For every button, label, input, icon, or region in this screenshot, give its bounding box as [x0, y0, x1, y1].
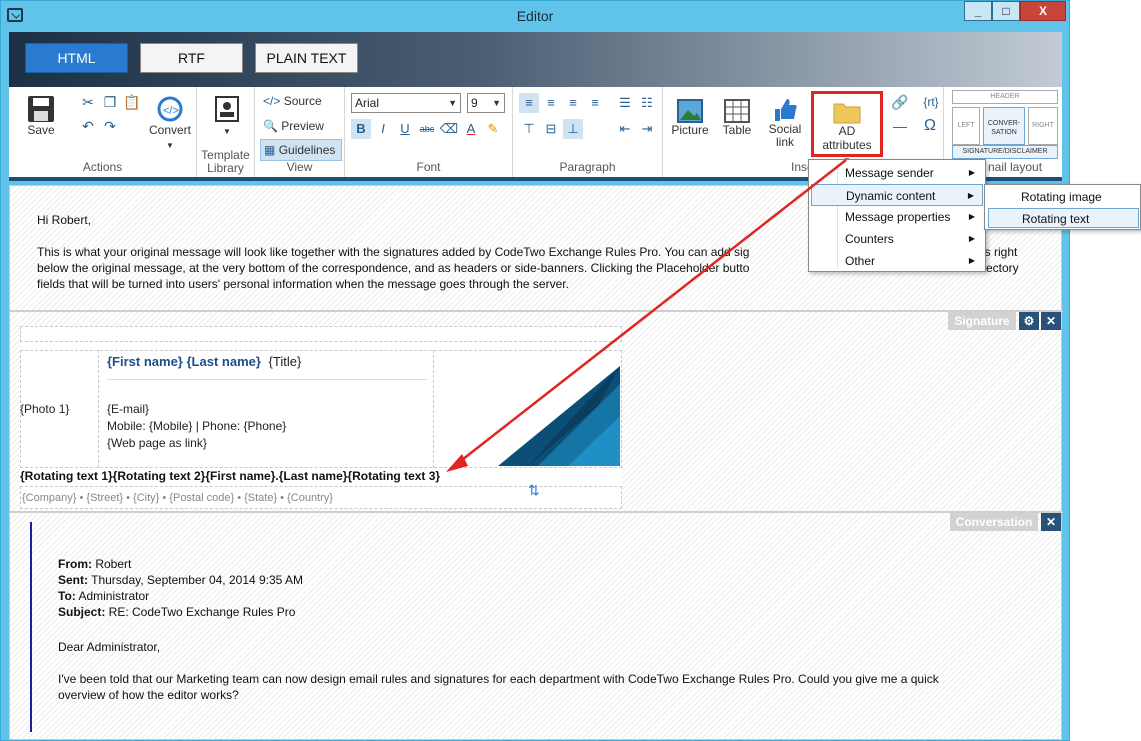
annotation-arrow	[446, 159, 847, 472]
